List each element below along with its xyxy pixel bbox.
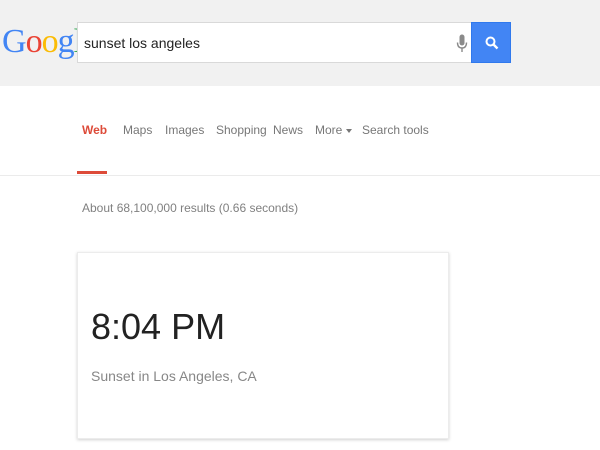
search-query-text: sunset los angeles (84, 35, 200, 51)
header-bar: Google sunset los angeles (0, 0, 600, 86)
tab-search-tools[interactable]: Search tools (362, 122, 429, 138)
logo-letter: o (41, 23, 59, 60)
tab-web[interactable]: Web (82, 122, 107, 138)
result-stats: About 68,100,000 results (0.66 seconds) (82, 201, 299, 215)
tab-news[interactable]: News (273, 122, 303, 138)
microphone-icon[interactable] (456, 34, 468, 54)
active-tab-indicator (77, 171, 107, 174)
logo-letter: g (57, 23, 75, 60)
nav-divider (0, 175, 600, 176)
search-input[interactable]: sunset los angeles (77, 22, 471, 63)
logo-letter: G (2, 23, 27, 60)
tab-more-label: More (315, 123, 343, 137)
tab-images[interactable]: Images (165, 122, 204, 138)
answer-value: 8:04 PM (91, 306, 226, 347)
tab-maps[interactable]: Maps (123, 122, 152, 138)
search-tabs: Web Maps Images Shopping News More Searc… (0, 86, 600, 176)
caret-down-icon (346, 128, 353, 133)
search-button[interactable] (471, 22, 511, 63)
logo-letter: o (25, 23, 43, 60)
tab-shopping[interactable]: Shopping (216, 122, 267, 138)
answer-card: 8:04 PM Sunset in Los Angeles, CA (77, 252, 449, 439)
answer-caption: Sunset in Los Angeles, CA (91, 368, 257, 384)
tab-more[interactable]: More (315, 122, 353, 138)
search-icon (485, 36, 499, 50)
